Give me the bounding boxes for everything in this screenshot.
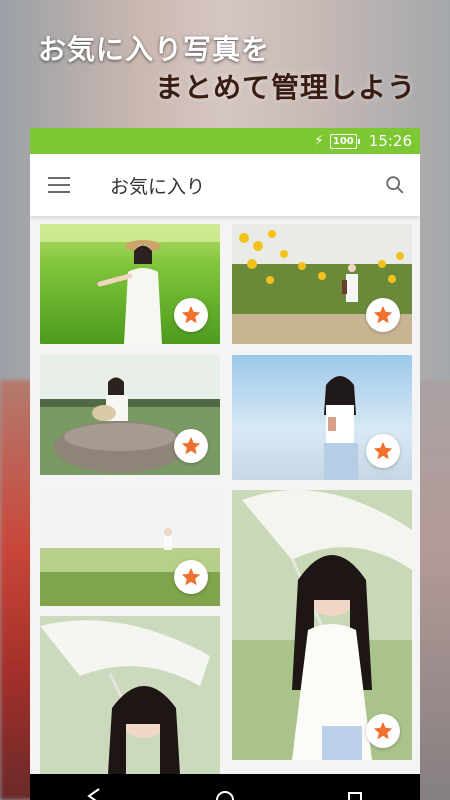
photo-image	[40, 616, 220, 774]
star-icon	[373, 441, 393, 460]
favorite-star-button[interactable]	[366, 298, 400, 332]
promo-header: お気に入り写真を まとめて管理しよう	[0, 0, 450, 120]
battery-icon: 100	[329, 133, 360, 149]
home-icon[interactable]	[211, 788, 239, 800]
favorite-star-button[interactable]	[174, 298, 208, 332]
photo-card[interactable]	[40, 355, 220, 475]
photo-card[interactable]	[40, 224, 220, 344]
navigation-bar	[30, 774, 420, 800]
star-icon	[181, 567, 201, 586]
promo-title-line2: まとめて管理しよう	[154, 71, 416, 104]
star-icon	[373, 721, 393, 740]
phone-screen: ⚡ 100 15:26 お気に入り	[30, 128, 420, 800]
hamburger-menu-icon[interactable]	[48, 177, 70, 193]
charging-icon: ⚡	[314, 133, 324, 149]
page-title: お気に入り	[110, 175, 206, 198]
back-icon[interactable]	[81, 788, 109, 800]
photo-card[interactable]	[232, 355, 412, 480]
star-icon	[373, 305, 393, 324]
photo-card[interactable]	[40, 486, 220, 606]
favorite-star-button[interactable]	[366, 714, 400, 748]
star-icon	[181, 305, 201, 324]
photo-card[interactable]	[232, 224, 412, 344]
status-bar: ⚡ 100 15:26	[30, 128, 420, 154]
favorite-star-button[interactable]	[366, 434, 400, 468]
star-icon	[181, 436, 201, 455]
search-icon[interactable]	[384, 174, 406, 196]
app-bar: お気に入り	[30, 154, 420, 216]
photo-card[interactable]	[232, 490, 412, 760]
photo-grid	[30, 216, 420, 774]
photo-card[interactable]	[40, 616, 220, 774]
status-time: 15:26	[368, 132, 412, 150]
recents-icon[interactable]	[341, 788, 369, 800]
promo-title-line1: お気に入り写真を	[38, 33, 271, 66]
favorite-star-button[interactable]	[174, 429, 208, 463]
favorite-star-button[interactable]	[174, 560, 208, 594]
